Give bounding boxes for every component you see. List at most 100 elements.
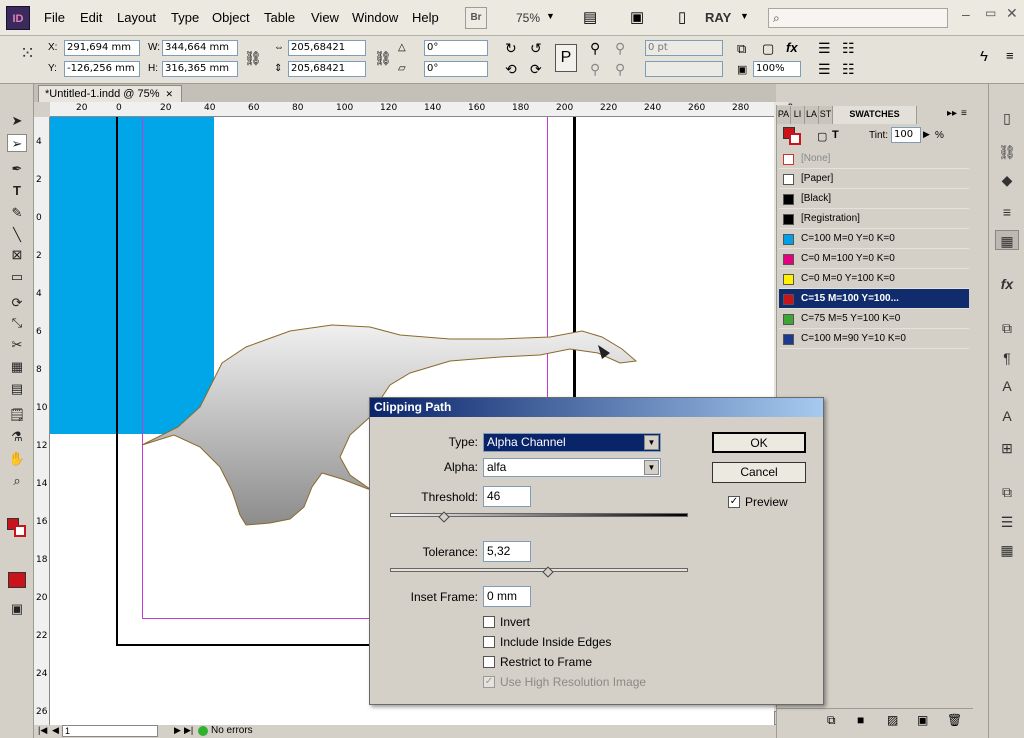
pen-tool-icon[interactable]: ✒ [7,160,27,178]
pencil-tool-icon[interactable]: ✎ [7,204,27,222]
align-left-icon[interactable]: ☰ [818,40,831,57]
minimize-icon[interactable]: – [962,6,970,22]
last-page-icon[interactable]: ▶| [184,725,193,736]
select-next-icon[interactable]: ⚲ [615,61,625,78]
x-field[interactable]: 291,694 mm [64,40,140,56]
select-prev-icon[interactable]: ⚲ [590,61,600,78]
swatch-item[interactable]: [Paper] [779,169,969,189]
opacity-field[interactable]: 100% [753,61,801,77]
tint-field[interactable]: 100 [891,127,921,143]
preflight-status[interactable]: No errors [211,725,253,736]
show-color-icon[interactable]: ■ [857,713,864,727]
show-all-icon[interactable]: ⧉ [827,713,836,728]
lightning-icon[interactable]: ϟ [980,48,988,65]
apply-color-button[interactable] [8,572,26,588]
zoom-tool-icon[interactable]: ⌕ [7,472,27,490]
align-center-icon[interactable]: ☷ [842,40,855,57]
view-options-icon[interactable]: ▤ [583,8,597,26]
chevron-down-icon[interactable]: ▼ [644,435,659,450]
tab-stroke[interactable]: ST [819,106,833,124]
formatting-text-icon[interactable]: T [832,129,839,141]
distribute-v-icon[interactable]: ☷ [842,61,855,78]
type-tool-icon[interactable]: T [7,182,27,200]
tab-layers[interactable]: LA [805,106,819,124]
character-styles-icon[interactable]: A [995,406,1019,426]
direct-selection-tool-icon[interactable]: ➢ [7,134,27,152]
swatch-item[interactable]: C=0 M=0 Y=100 K=0 [779,269,969,289]
swatch-item[interactable]: C=75 M=5 Y=100 K=0 [779,309,969,329]
menu-object[interactable]: Object [212,10,250,25]
links-panel-icon[interactable]: ⛓ [995,142,1019,162]
stroke-panel-icon[interactable]: ≡ [995,202,1019,222]
scale-x-field[interactable]: 205,68421 [288,40,366,56]
tab-close-icon[interactable]: ✕ [166,89,174,99]
table-panel-icon[interactable]: ▦ [995,540,1019,560]
bridge-button[interactable]: Br [465,7,487,29]
stroke-swatch[interactable] [14,525,26,537]
tint-slider-icon[interactable]: ▶ [923,129,930,140]
maximize-icon[interactable]: ▭ [985,6,996,20]
rectangle-tool-icon[interactable]: ▭ [7,268,27,286]
tab-swatches[interactable]: SWATCHES [833,106,917,124]
ok-button[interactable]: OK [712,432,806,453]
paragraph-styles-icon[interactable]: ⧉ [995,318,1019,338]
arrange-icon[interactable]: ▯ [678,8,686,26]
tolerance-slider[interactable] [390,568,688,572]
workspace-switcher[interactable]: RAY [705,10,731,25]
stroke-proxy[interactable] [789,133,801,145]
swatches-panel-icon[interactable]: ▦ [995,230,1019,250]
stroke-type-field[interactable] [645,61,723,77]
menu-view[interactable]: View [311,10,339,25]
threshold-slider[interactable] [390,513,688,517]
fx-icon[interactable]: fx [786,40,798,55]
delete-swatch-icon[interactable]: 🗑 [947,713,962,727]
swatch-item[interactable]: [Registration] [779,209,969,229]
menu-file[interactable]: File [44,10,65,25]
restrict-to-frame-checkbox[interactable] [483,656,495,668]
select-container-icon[interactable]: ⚲ [590,40,600,57]
character-icon[interactable]: A [995,376,1019,396]
tolerance-field[interactable]: 5,32 [483,541,531,562]
effects-icon[interactable]: ▢ [762,41,774,57]
h-field[interactable]: 316,365 mm [162,61,238,77]
scale-tool-icon[interactable]: ⤡ [7,314,27,332]
swatch-item[interactable]: C=100 M=0 Y=0 K=0 [779,229,969,249]
swatch-item[interactable]: C=100 M=90 Y=10 K=0 [779,329,969,349]
tab-links[interactable]: LI [791,106,805,124]
workspace-chevron-icon[interactable]: ▼ [740,11,749,21]
rectangle-frame-tool-icon[interactable]: ⊠ [7,246,27,264]
rotate-cw-icon[interactable]: ↻ [505,40,517,57]
reference-point-icon[interactable]: ⁙ [20,44,35,62]
search-input[interactable]: ⌕ [768,8,948,28]
layers-panel-icon[interactable]: ◆ [995,170,1019,190]
menu-window[interactable]: Window [352,10,398,25]
drop-shadow-icon[interactable]: ⧉ [737,41,746,57]
pages-panel-icon[interactable]: ▯ [995,108,1019,128]
align-panel-icon[interactable]: ☰ [995,512,1019,532]
effects-panel-icon[interactable]: fx [995,274,1019,294]
panel-menu-icon[interactable]: ≡ [1006,48,1014,63]
screen-mode-icon[interactable]: ▣ [630,8,644,26]
menu-table[interactable]: Table [264,10,295,25]
zoom-chevron-icon[interactable]: ▼ [546,11,555,21]
rotate-ccw-icon[interactable]: ↺ [530,40,542,57]
normal-view-icon[interactable]: ▣ [7,600,27,618]
threshold-field[interactable]: 46 [483,486,531,507]
menu-edit[interactable]: Edit [80,10,102,25]
note-tool-icon[interactable]: 🗒 [7,406,27,424]
type-select[interactable]: Alpha Channel ▼ [483,433,661,452]
formatting-container-icon[interactable]: ▢ [817,130,827,143]
shear-field[interactable]: 0° [424,61,488,77]
selection-tool-icon[interactable]: ➤ [7,112,27,130]
select-content-icon[interactable]: ⚲ [615,40,625,57]
rotate-tool-icon[interactable]: ⟳ [7,294,27,312]
distribute-icon[interactable]: ☰ [818,61,831,78]
preview-checkbox[interactable]: ✓ [728,496,740,508]
eyedropper-tool-icon[interactable]: ⚗ [7,428,27,446]
scissors-tool-icon[interactable]: ✂ [7,336,27,354]
swatches-menu-icon[interactable]: ≡ [961,108,967,119]
pathfinder-icon[interactable]: ⧉ [995,482,1019,502]
document-tab[interactable]: *Untitled-1.indd @ 75% ✕ [38,85,182,102]
text-wrap-icon[interactable]: ⊞ [995,438,1019,458]
w-field[interactable]: 344,664 mm [162,40,238,56]
